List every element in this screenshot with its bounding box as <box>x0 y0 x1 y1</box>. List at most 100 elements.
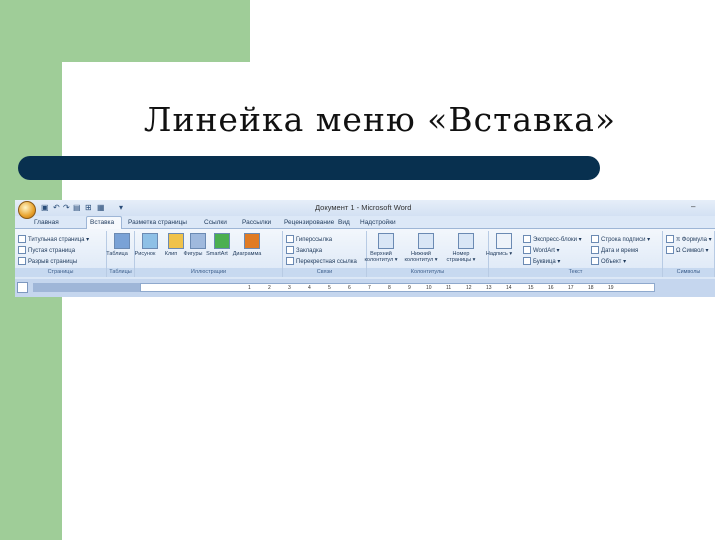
ruler-mark: 14 <box>506 285 512 291</box>
tab-references[interactable]: Ссылки <box>201 217 229 229</box>
group-header-footer: Верхний колонтитул ▾ Нижний колонтитул ▾ Н… <box>364 231 489 277</box>
cover-page-icon <box>18 235 26 244</box>
tab-home[interactable]: Главная <box>31 217 69 229</box>
qat-preview-icon[interactable]: ⊞ <box>85 203 92 212</box>
bookmark-button[interactable]: Закладка <box>286 246 322 256</box>
clipart-icon <box>167 233 184 249</box>
page-break-button[interactable]: Разрыв страницы <box>18 257 77 267</box>
tab-insert[interactable]: Вставка <box>86 216 122 229</box>
chart-label: Диаграмма <box>232 251 262 257</box>
slide-title: Линейка меню «Вставка» <box>143 100 617 139</box>
title-underline-bar <box>18 156 600 180</box>
ruler-mark: 11 <box>446 285 452 291</box>
chart-icon <box>243 233 260 249</box>
equation-icon <box>666 235 674 244</box>
object-button[interactable]: Объект ▾ <box>591 257 626 267</box>
page-number-button[interactable]: Номер страницы ▾ <box>447 233 478 263</box>
page-break-label: Разрыв страницы <box>28 259 78 265</box>
qat-print-icon[interactable]: ▤ <box>73 203 81 212</box>
textbox-label: Надпись ▾ <box>485 251 513 257</box>
ruler-mark: 10 <box>426 285 432 291</box>
chart-button[interactable]: Диаграмма <box>233 233 264 257</box>
ruler-mark: 16 <box>548 285 554 291</box>
object-icon <box>591 257 599 266</box>
quick-parts-button[interactable]: Экспресс-блоки ▾ <box>523 235 582 245</box>
smartart-icon <box>213 233 230 249</box>
tab-review[interactable]: Рецензирование <box>281 217 339 229</box>
blank-page-button[interactable]: Пустая страница <box>18 246 75 256</box>
ruler-mark: 4 <box>308 285 311 291</box>
shapes-icon <box>189 233 206 249</box>
tab-addins[interactable]: Надстройки <box>357 217 401 229</box>
group-symbols: π Формула ▾ Ω Символ ▾ Символы <box>663 231 715 277</box>
cover-page-label: Титульная страница ▾ <box>28 237 90 243</box>
symbol-button[interactable]: Ω Символ ▾ <box>666 246 708 256</box>
ribbon-tabs: Главная Вставка Разметка страницы Ссылки Рас… <box>15 216 715 229</box>
quick-parts-icon <box>523 235 531 244</box>
word-screenshot: ▣ ↶ ↷ ▤ ⊞ ▦ ▾ Документ 1 - Microsoft Word – Гл… <box>15 200 715 297</box>
wordart-label: WordArt ▾ <box>533 248 560 254</box>
bookmark-icon <box>286 246 294 255</box>
footer-icon <box>417 233 434 249</box>
page-number-label: Номер страницы ▾ <box>446 251 476 263</box>
ruler-tab-selector[interactable] <box>17 282 28 293</box>
ruler-mark: 18 <box>588 285 594 291</box>
tab-pagelayout[interactable]: Разметка страницы <box>125 217 193 229</box>
equation-label: π Формула ▾ <box>676 237 712 243</box>
group-pages: Титульная страница ▾ Пустая страница Разры… <box>15 231 107 277</box>
group-text: Экспресс-блоки ▾ WordArt ▾ Буквица ▾ Строка… <box>486 231 663 277</box>
ruler-mark: 3 <box>288 285 291 291</box>
group-label-symbols: Символы <box>663 268 714 277</box>
footer-button[interactable]: Нижний колонтитул ▾ <box>404 233 438 263</box>
ruler-mark: 6 <box>348 285 351 291</box>
signature-line-button[interactable]: Строка подписи ▾ <box>591 235 650 245</box>
ruler-mark: 5 <box>328 285 331 291</box>
symbol-label: Ω Символ ▾ <box>676 248 709 254</box>
minimize-icon[interactable]: – <box>691 202 695 211</box>
wordart-icon <box>523 246 531 255</box>
cover-page-button[interactable]: Титульная страница ▾ <box>18 235 89 245</box>
object-label: Объект ▾ <box>601 259 627 265</box>
textbox-button[interactable]: Надпись ▾ <box>486 233 516 257</box>
equation-button[interactable]: π Формула ▾ <box>666 235 712 245</box>
qat-redo-icon[interactable]: ↷ <box>63 203 70 212</box>
header-icon <box>377 233 394 249</box>
ruler: 1 2 3 4 5 6 7 8 9 10 11 12 13 14 15 16 17 18 19 <box>15 279 715 297</box>
tab-mailings[interactable]: Рассылки <box>239 217 275 229</box>
group-label-text: Текст <box>489 268 662 277</box>
ruler-left-margin <box>33 283 140 292</box>
ruler-mark: 9 <box>408 285 411 291</box>
hyperlink-label: Гиперссылка <box>296 237 333 243</box>
tab-view[interactable]: Вид <box>335 217 353 229</box>
cross-reference-icon <box>286 257 294 266</box>
symbol-icon <box>666 246 674 255</box>
ruler-mark: 17 <box>568 285 574 291</box>
ruler-track[interactable]: 1 2 3 4 5 6 7 8 9 10 11 12 13 14 15 16 17 18 19 <box>140 283 655 292</box>
smartart-label: SmartArt <box>206 251 228 257</box>
textbox-icon <box>495 233 512 249</box>
group-label-pages: Страницы <box>15 268 106 277</box>
word-title-bar: ▣ ↶ ↷ ▤ ⊞ ▦ ▾ Документ 1 - Microsoft Word – <box>15 200 715 219</box>
hyperlink-button[interactable]: Гиперссылка <box>286 235 332 245</box>
blank-page-icon <box>18 246 26 255</box>
cross-reference-label: Перекрестная ссылка <box>296 259 357 265</box>
document-title: Документ 1 - Microsoft Word <box>315 203 412 212</box>
ruler-mark: 19 <box>608 285 614 291</box>
qat-save-icon[interactable]: ▣ <box>41 203 49 212</box>
date-time-button[interactable]: Дата и время <box>591 246 638 256</box>
wordart-button[interactable]: WordArt ▾ <box>523 246 560 256</box>
qat-undo-icon[interactable]: ↶ <box>53 203 60 212</box>
header-label: Верхний колонтитул ▾ <box>364 251 398 263</box>
dropcap-button[interactable]: Буквица ▾ <box>523 257 560 267</box>
signature-line-label: Строка подписи ▾ <box>601 237 651 243</box>
qat-customize-icon[interactable]: ▾ <box>119 203 123 212</box>
group-label-illustrations: Иллюстрации <box>135 268 282 277</box>
date-time-label: Дата и время <box>601 248 639 254</box>
page-number-icon <box>457 233 474 249</box>
group-label-tables: Таблицы <box>107 268 134 277</box>
cross-reference-button[interactable]: Перекрестная ссылка <box>286 257 357 267</box>
group-label-links: Связи <box>283 268 366 277</box>
footer-label: Нижний колонтитул ▾ <box>404 251 438 263</box>
header-button[interactable]: Верхний колонтитул ▾ <box>364 233 398 263</box>
qat-bold-icon[interactable]: ▦ <box>97 203 105 212</box>
